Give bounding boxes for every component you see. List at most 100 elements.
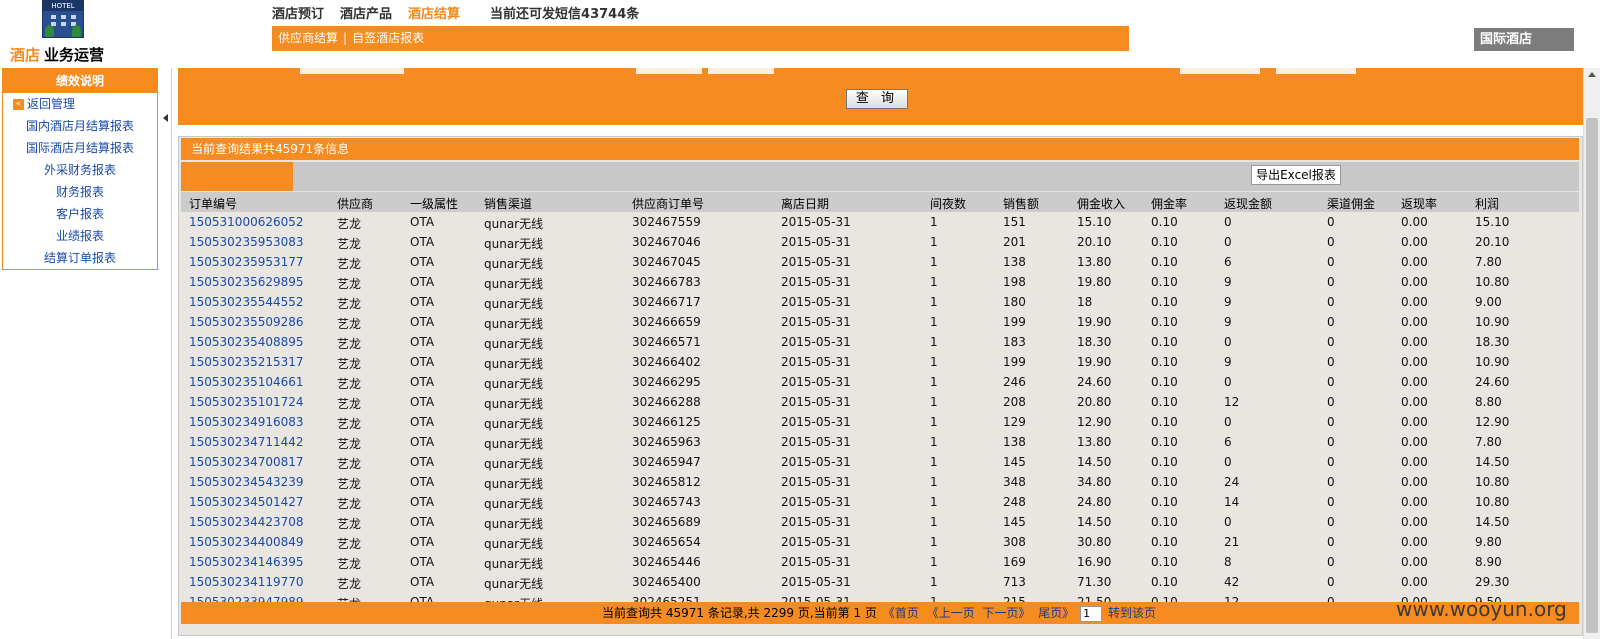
pagination: 当前查询共 45971 条记录,共 2299 页,当前第 1 页 《首页 《上一… xyxy=(181,602,1579,624)
last-page-link[interactable]: 尾页》 xyxy=(1038,606,1074,620)
first-page-link[interactable]: 《首页 xyxy=(883,606,919,620)
cell-nights: 1 xyxy=(930,515,938,529)
top-nav: 酒店预订 酒店产品 酒店结算 当前还可发短信43744条 xyxy=(272,2,655,22)
table-row: 150530234146395 艺龙 OTA qunar无线 302465446 2015… xyxy=(181,552,1579,572)
order-id-link[interactable]: 150530234423708 xyxy=(189,515,304,529)
cell-attribute: OTA xyxy=(410,355,435,369)
cell-supplier: 艺龙 xyxy=(337,377,362,391)
next-page-link[interactable]: 下一页》 xyxy=(982,606,1030,620)
order-id-link[interactable]: 150530234146395 xyxy=(189,555,304,569)
cell-nights: 1 xyxy=(930,355,938,369)
cell-cashback-rate: 0.00 xyxy=(1401,335,1428,349)
order-id-link[interactable]: 150530235101724 xyxy=(189,395,304,409)
goto-page-link[interactable]: 转到该页 xyxy=(1108,606,1156,620)
cell-commission-rate: 0.10 xyxy=(1151,335,1178,349)
order-id-link[interactable]: 150530234501427 xyxy=(189,495,304,509)
export-excel-button[interactable]: 导出Excel报表 xyxy=(1251,165,1341,185)
sidebar-item-finance[interactable]: 财务报表 xyxy=(3,181,157,203)
cell-profit: 9.80 xyxy=(1475,535,1502,549)
order-id-link[interactable]: 150530235953177 xyxy=(189,255,304,269)
cell-profit: 10.80 xyxy=(1475,495,1510,509)
order-id-link[interactable]: 150530234700817 xyxy=(189,455,304,469)
cell-checkout-date: 2015-05-31 xyxy=(781,555,851,569)
order-id-link[interactable]: 150530235629895 xyxy=(189,275,304,289)
cell-channel-commission: 0 xyxy=(1327,535,1335,549)
sidebar-item-domestic-monthly[interactable]: 国内酒店月结算报表 xyxy=(3,115,157,137)
order-id-link[interactable]: 150530234543239 xyxy=(189,475,304,489)
order-id-link[interactable]: 150530235408895 xyxy=(189,335,304,349)
column-header-profit: 利润 xyxy=(1475,197,1500,211)
cell-supplier: 艺龙 xyxy=(337,397,362,411)
subnav-self-signed-report[interactable]: 自签酒店报表 xyxy=(352,31,424,45)
cell-channel-commission: 0 xyxy=(1327,415,1335,429)
nav-hotel-settlement[interactable]: 酒店结算 xyxy=(408,3,460,22)
cell-supplier-order-id: 302465400 xyxy=(632,575,701,589)
sidebar-item-performance[interactable]: 业绩报表 xyxy=(3,225,157,247)
query-button[interactable]: 查 询 xyxy=(846,89,908,109)
cell-channel-commission: 0 xyxy=(1327,455,1335,469)
table-body: 150531000626052 艺龙 OTA qunar无线 302467559 2015… xyxy=(181,212,1579,612)
sidebar-item-settlement-orders[interactable]: 结算订单报表 xyxy=(3,247,157,269)
toolbar-accent xyxy=(181,162,293,191)
order-id-link[interactable]: 150530235215317 xyxy=(189,355,304,369)
order-id-link[interactable]: 150530235544552 xyxy=(189,295,304,309)
cell-supplier-order-id: 302466288 xyxy=(632,395,701,409)
column-header-sales: 销售额 xyxy=(1003,197,1040,211)
cell-supplier: 艺龙 xyxy=(337,497,362,511)
cell-cashback: 21 xyxy=(1224,535,1240,549)
scroll-thumb[interactable] xyxy=(1586,118,1598,633)
order-id-link[interactable]: 150530235104661 xyxy=(189,375,304,389)
order-id-link[interactable]: 150530234119770 xyxy=(189,575,304,589)
scroll-up-icon[interactable] xyxy=(1588,72,1596,77)
order-id-link[interactable]: 150530235509286 xyxy=(189,315,304,329)
order-id-link[interactable]: 150530235953083 xyxy=(189,235,304,249)
sidebar-item-intl-monthly[interactable]: 国际酒店月结算报表 xyxy=(3,137,157,159)
cell-channel: qunar无线 xyxy=(484,577,544,591)
cell-cashback: 9 xyxy=(1224,315,1232,329)
filter-input-partial-3[interactable] xyxy=(1276,68,1356,74)
cell-nights: 1 xyxy=(930,535,938,549)
cell-channel-commission: 0 xyxy=(1327,575,1335,589)
cell-attribute: OTA xyxy=(410,555,435,569)
filter-input-partial-2[interactable] xyxy=(1180,68,1260,74)
cell-supplier-order-id: 302465689 xyxy=(632,515,701,529)
column-header-channel: 销售渠道 xyxy=(484,197,533,211)
date-start-input-partial[interactable] xyxy=(636,68,702,74)
cell-commission: 16.90 xyxy=(1077,555,1112,569)
cell-profit: 10.90 xyxy=(1475,315,1510,329)
brand-text: 酒店 业务运营 xyxy=(10,44,104,65)
table-row: 150530235953083 艺龙 OTA qunar无线 302467046 2015… xyxy=(181,232,1579,252)
cell-nights: 1 xyxy=(930,215,938,229)
cell-commission-rate: 0.10 xyxy=(1151,435,1178,449)
cell-supplier-order-id: 302466783 xyxy=(632,275,701,289)
order-id-link[interactable]: 150530234711442 xyxy=(189,435,304,449)
cell-supplier-order-id: 302466295 xyxy=(632,375,701,389)
international-hotel-tab[interactable]: 国际酒店 xyxy=(1474,28,1574,51)
date-end-input-partial[interactable] xyxy=(708,68,774,74)
cell-channel-commission: 0 xyxy=(1327,475,1335,489)
order-id-link[interactable]: 150530234916083 xyxy=(189,415,304,429)
sidebar-item-customer[interactable]: 客户报表 xyxy=(3,203,157,225)
subnav-supplier-settlement[interactable]: 供应商结算 xyxy=(278,31,338,45)
nav-hotel-booking[interactable]: 酒店预订 xyxy=(272,3,324,22)
sidebar-divider xyxy=(171,68,172,639)
sidebar-item-external-finance[interactable]: 外采财务报表 xyxy=(3,159,157,181)
column-header-nights: 间夜数 xyxy=(930,197,967,211)
cell-profit: 12.90 xyxy=(1475,415,1510,429)
query-panel: 查 询 xyxy=(178,68,1583,125)
order-id-link[interactable]: 150531000626052 xyxy=(189,215,304,229)
collapse-sidebar-icon[interactable] xyxy=(163,114,168,122)
vertical-scrollbar[interactable] xyxy=(1583,68,1600,639)
cell-attribute: OTA xyxy=(410,515,435,529)
cell-commission-rate: 0.10 xyxy=(1151,215,1178,229)
cell-channel-commission: 0 xyxy=(1327,555,1335,569)
nav-hotel-products[interactable]: 酒店产品 xyxy=(340,3,392,22)
order-id-link[interactable]: 150530234400849 xyxy=(189,535,304,549)
page-number-input[interactable] xyxy=(1080,605,1103,622)
cell-nights: 1 xyxy=(930,375,938,389)
cell-attribute: OTA xyxy=(410,575,435,589)
prev-page-link[interactable]: 《上一页 xyxy=(927,606,975,620)
cell-checkout-date: 2015-05-31 xyxy=(781,435,851,449)
filter-input-partial[interactable] xyxy=(300,68,404,74)
back-to-admin-link[interactable]: « 返回管理 xyxy=(3,93,157,115)
